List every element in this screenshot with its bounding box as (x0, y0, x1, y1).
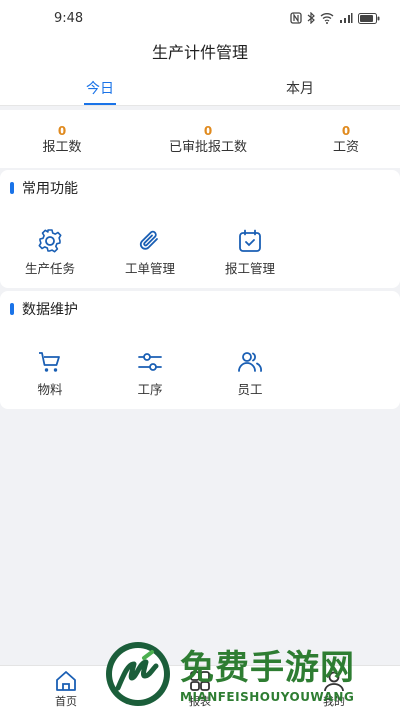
tab-month[interactable]: 本月 (200, 72, 400, 106)
sliders-icon (138, 353, 162, 371)
section-marker (10, 303, 14, 315)
signal-icon (340, 13, 353, 23)
gear-icon (38, 229, 62, 253)
calendar-check-icon (239, 229, 261, 252)
section-header: 数据维护 (10, 299, 78, 319)
material-button[interactable]: 物料 (10, 349, 90, 398)
watermark-logo-icon (106, 642, 170, 706)
stat-value: 0 (341, 124, 351, 138)
data-maintenance-card: 数据维护 物料 工序 员工 (0, 291, 400, 409)
stat-wages: 0 工资 (286, 124, 400, 158)
section-header: 常用功能 (10, 178, 78, 198)
process-button[interactable]: 工序 (110, 349, 190, 398)
nav-label: 首页 (55, 695, 77, 708)
function-label: 生产任务 (24, 261, 75, 276)
status-bar: 9:48 (0, 0, 400, 38)
employee-button[interactable]: 员工 (210, 349, 290, 398)
battery-icon (358, 12, 380, 24)
section-marker (10, 182, 14, 194)
bluetooth-icon (307, 12, 315, 24)
status-icons (290, 12, 380, 24)
stat-label: 工资 (332, 140, 359, 155)
work-order-button[interactable]: 工单管理 (110, 228, 190, 277)
report-management-button[interactable]: 报工管理 (210, 228, 290, 277)
production-task-button[interactable]: 生产任务 (10, 228, 90, 277)
tab-today[interactable]: 今日 (0, 72, 200, 106)
stats-panel: 0 报工数 0 已审批报工数 0 工资 (0, 110, 400, 168)
watermark: 免费手游网 MIANFEISHOUYOUWANG (104, 636, 394, 711)
stat-label: 报工数 (42, 140, 82, 155)
period-tabs: 今日 本月 (0, 72, 400, 106)
stat-report-count: 0 报工数 (2, 124, 122, 158)
home-icon (56, 671, 76, 691)
function-label: 员工 (237, 382, 263, 397)
watermark-title: 免费手游网 (180, 648, 355, 688)
users-icon (238, 352, 262, 372)
watermark-subtitle: MIANFEISHOUYOUWANG (180, 690, 355, 704)
page-title: 生产计件管理 (151, 43, 248, 62)
cart-icon (39, 352, 60, 372)
paperclip-icon (139, 230, 158, 250)
active-tab-indicator (84, 103, 116, 105)
stat-approved-count: 0 已审批报工数 (148, 124, 268, 158)
nfc-icon (290, 12, 302, 24)
app-header: 生产计件管理 (0, 38, 400, 72)
function-label: 工单管理 (124, 261, 175, 276)
section-title: 常用功能 (22, 181, 78, 197)
status-time: 9:48 (54, 11, 84, 26)
section-title: 数据维护 (22, 302, 78, 318)
function-label: 报工管理 (224, 261, 275, 276)
stat-value: 0 (57, 124, 67, 138)
common-functions-card: 常用功能 生产任务 工单管理 报工管理 (0, 170, 400, 288)
nav-home[interactable]: 首页 (36, 670, 96, 709)
stat-label: 已审批报工数 (168, 140, 247, 155)
function-label: 物料 (37, 382, 63, 397)
stat-value: 0 (203, 124, 213, 138)
wifi-icon (320, 13, 334, 24)
function-label: 工序 (137, 382, 163, 397)
